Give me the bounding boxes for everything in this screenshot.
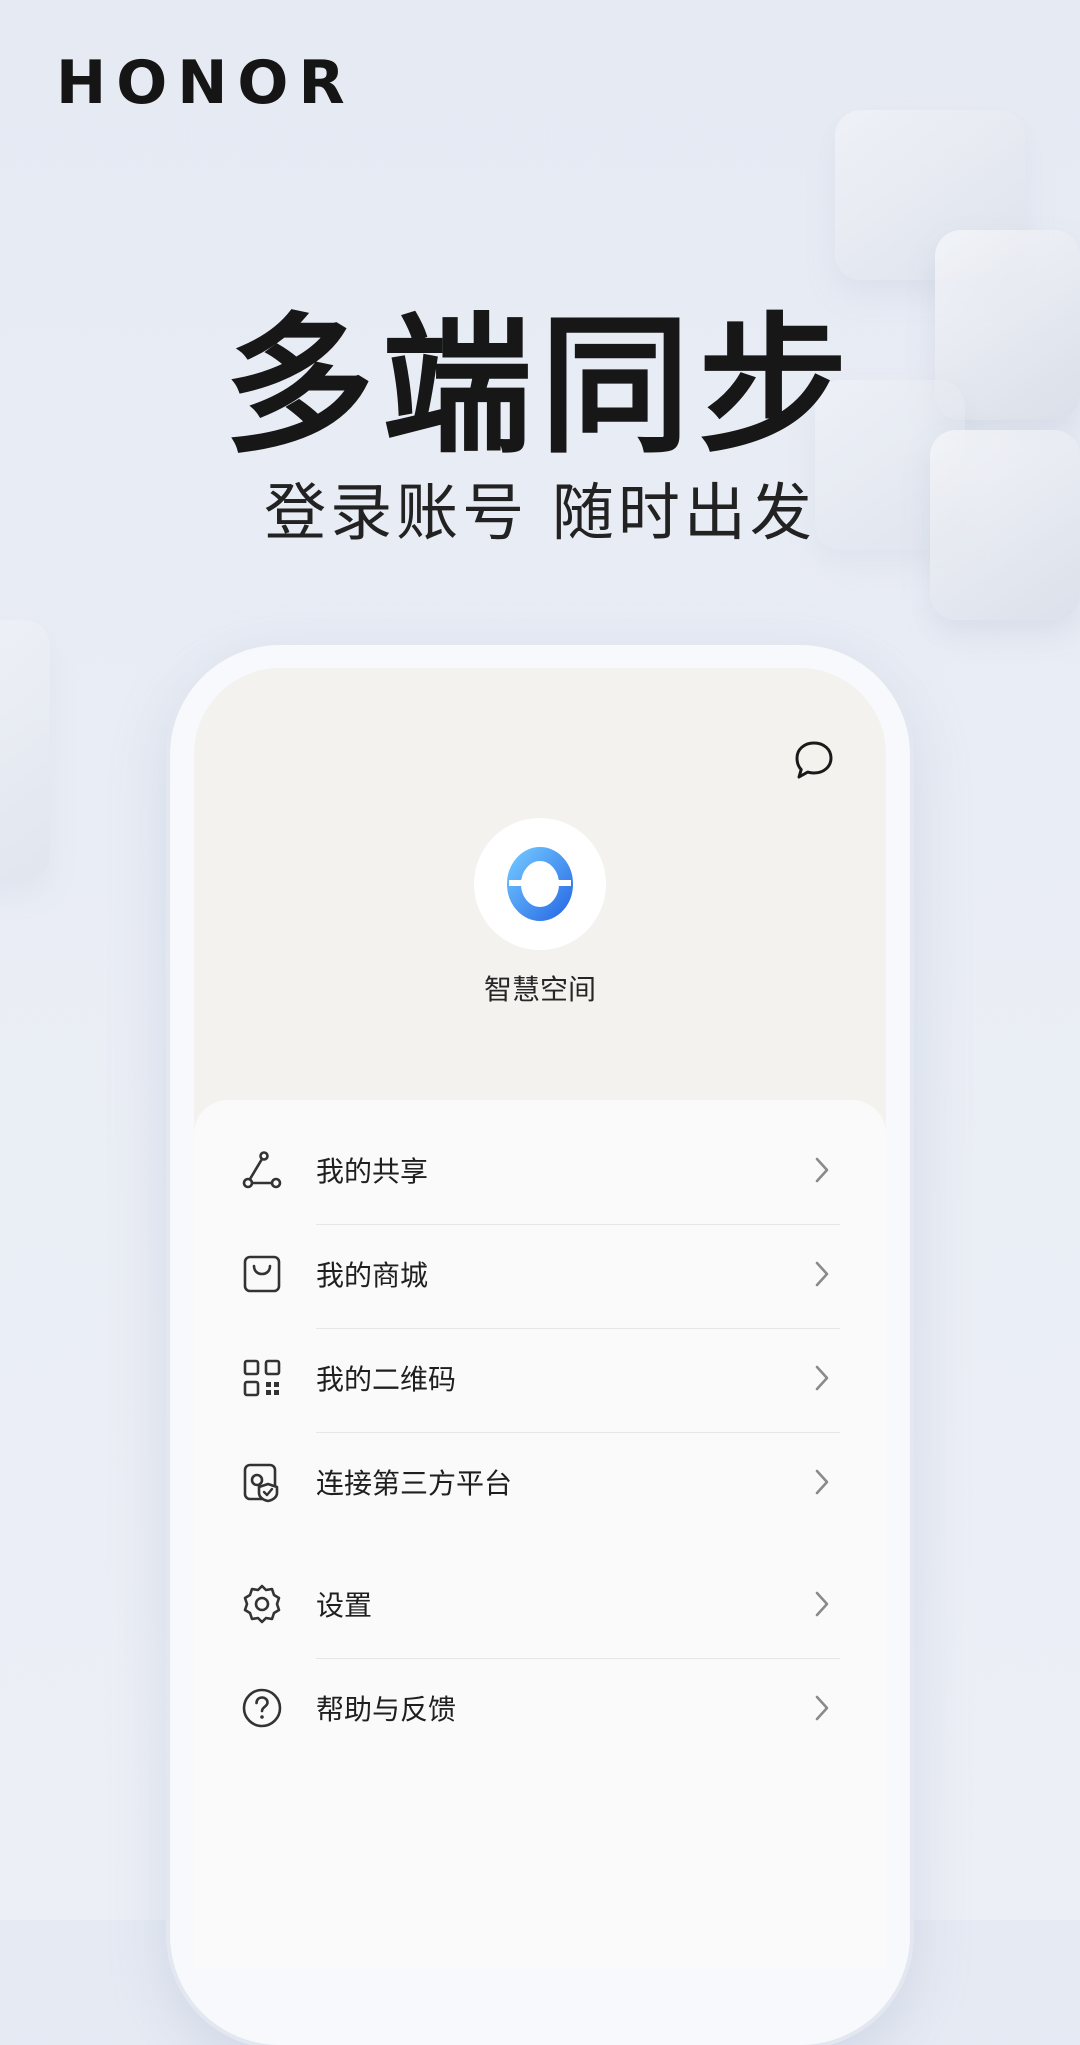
menu-label: 设置	[316, 1589, 373, 1622]
decorative-cube	[0, 620, 50, 880]
chevron-right-icon	[815, 1261, 829, 1287]
chevron-right-icon	[815, 1591, 829, 1617]
chevron-right-icon	[815, 1157, 829, 1183]
menu-item-help-feedback[interactable]: 帮助与反馈	[194, 1656, 886, 1760]
menu-label: 连接第三方平台	[316, 1467, 513, 1500]
honor-logo: HONOR	[56, 48, 355, 118]
menu-item-settings[interactable]: 设置	[194, 1552, 886, 1656]
menu-label: 我的二维码	[316, 1363, 457, 1396]
help-icon	[242, 1688, 282, 1728]
qr-code-icon	[243, 1359, 281, 1397]
shopping-bag-icon	[243, 1255, 281, 1293]
chevron-right-icon	[815, 1365, 829, 1391]
message-bubble-icon[interactable]	[790, 736, 838, 784]
hero-title: 多端同步	[223, 300, 856, 474]
menu-label: 我的共享	[316, 1155, 429, 1188]
gear-icon	[243, 1584, 281, 1624]
menu-card: 我的共享 我的商城 我的二维码 连接第三方平台 设置 帮助与反馈	[194, 1100, 886, 1968]
menu-label: 帮助与反馈	[316, 1693, 457, 1726]
app-avatar[interactable]	[474, 818, 606, 950]
phone-screen: 智慧空间 我的共享 我的商城 我的二维码 连接第三方平台 设置 帮助与反馈	[194, 668, 886, 1968]
third-party-shield-icon	[243, 1463, 279, 1503]
menu-label: 我的商城	[316, 1259, 429, 1292]
menu-item-third-party[interactable]: 连接第三方平台	[194, 1430, 886, 1534]
menu-item-my-share[interactable]: 我的共享	[194, 1118, 886, 1222]
smart-space-logo-icon	[507, 847, 573, 921]
chevron-right-icon	[815, 1469, 829, 1495]
menu-item-my-mall[interactable]: 我的商城	[194, 1222, 886, 1326]
menu-item-my-qr-code[interactable]: 我的二维码	[194, 1326, 886, 1430]
chevron-right-icon	[815, 1695, 829, 1721]
hero-subtitle: 登录账号 随时出发	[264, 476, 816, 549]
share-icon	[242, 1151, 282, 1189]
app-name: 智慧空间	[483, 973, 596, 1006]
